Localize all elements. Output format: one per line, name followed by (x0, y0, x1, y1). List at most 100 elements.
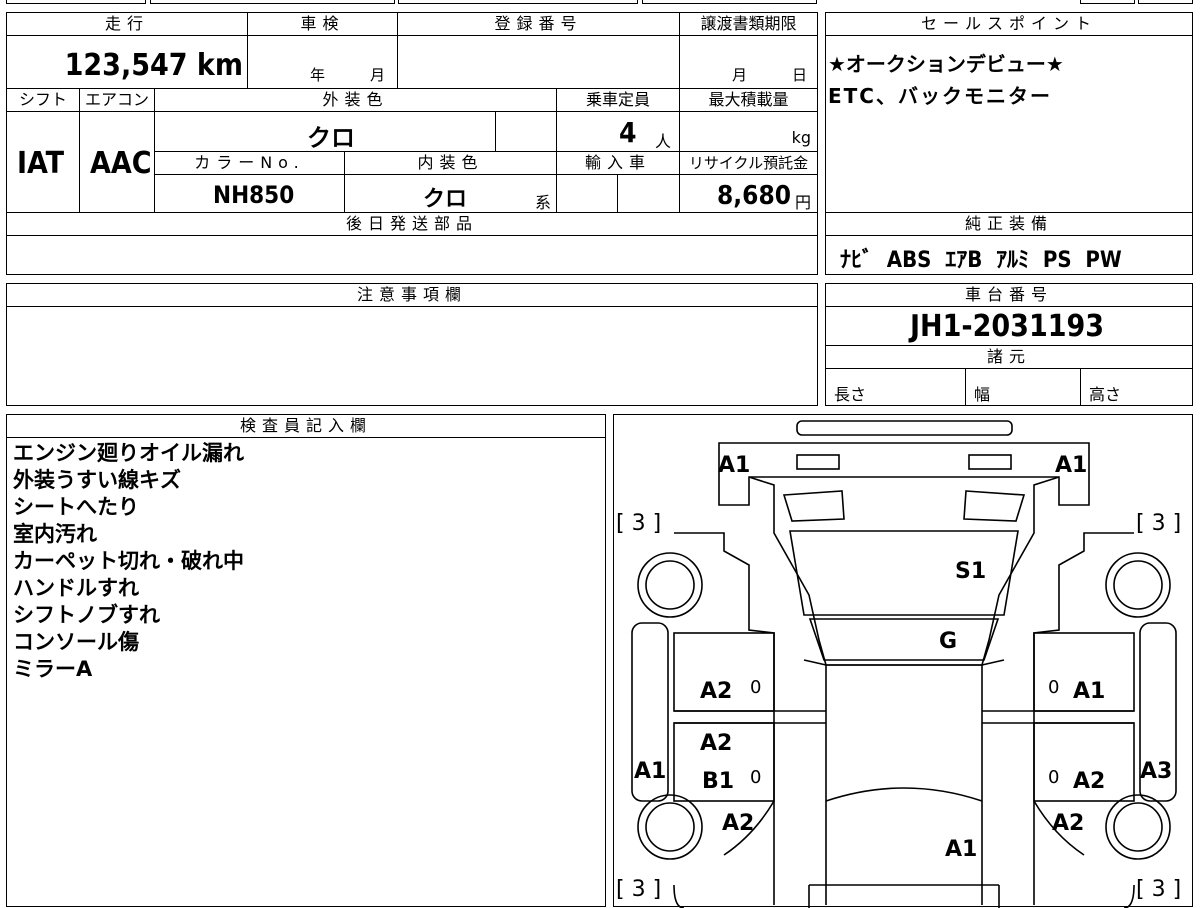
damage-diagram-frame: A1 A1 [ 3 ] [ 3 ] [ 3 ] [ 3 ] S1 G A2 A2… (613, 414, 1193, 908)
transfer-month: 月 (732, 66, 748, 84)
capacity-cell: 4 人 (556, 111, 680, 152)
length-label: 長さ (834, 385, 867, 404)
shift-header: シフト (6, 88, 80, 112)
exterior-color-header: 外装色 (154, 88, 557, 112)
transfer-day: 日 (792, 66, 808, 84)
rear-left-wheel-inner-shape (645, 802, 695, 852)
equipment-header: 純正装備 (825, 212, 1193, 236)
spec-header: 諸元 (825, 345, 1193, 369)
sales-point-header: セールスポイント (825, 12, 1193, 36)
max-load-unit: kg (791, 128, 811, 147)
rear-fender-curve-shape (723, 800, 1085, 856)
inspector-notes: エンジン廻りオイル漏れ 外装うすい線キズ シートへたり 室内汚れ カーペット切れ・破れ中… (13, 440, 244, 683)
right-fender-shape (1033, 532, 1134, 905)
equipment-cell: ﾅﾋﾞ ABS ｴｱB ｱﾙﾐ PS PW (825, 235, 1193, 275)
front-right-code: A1 (1055, 453, 1088, 478)
left-side-code: A1 (634, 759, 667, 784)
left-front-door-zero: 0 (750, 677, 762, 698)
rear-bumper-shape (808, 884, 1000, 908)
inspector-note: 室内汚れ (13, 522, 97, 546)
equipment-items: ﾅﾋﾞ ABS ｴｱB ｱﾙﾐ PS PW (840, 248, 1122, 273)
rear-window-shape (825, 787, 983, 802)
recycle-header: リサイクル預託金 (679, 151, 818, 175)
bracket-bottom-left: [ 3 ] (616, 877, 662, 902)
inspector-header: 検査員記入欄 (6, 414, 606, 438)
inspector-note: シフトノブすれ (13, 603, 160, 627)
sales-point-line2: ETC、バックモニター (828, 84, 1052, 108)
rear-left-wheel-shape (637, 794, 703, 860)
chassis-header: 車台番号 (825, 283, 1193, 307)
import-cell-left (556, 174, 618, 213)
front-left-code: A1 (718, 453, 751, 478)
inspector-cell: エンジン廻りオイル漏れ 外装うすい線キズ シートへたり 室内汚れ カーペット切れ・破れ中… (6, 437, 606, 907)
recycle-unit: 円 (794, 193, 811, 212)
interior-color-suffix: 系 (535, 193, 552, 212)
sales-point-cell: ★オークションデビュー★ ETC、バックモニター (825, 35, 1193, 213)
registration-header: 登録番号 (397, 12, 680, 36)
car-damage-diagram (631, 420, 1177, 908)
chassis-cell: JH1-2031193 (825, 306, 1193, 346)
inspector-note: 外装うすい線キズ (13, 468, 181, 492)
max-load-cell: kg (679, 111, 818, 152)
left-rear-door-code-2: B1 (702, 769, 735, 794)
hood-outline-shape (748, 476, 1060, 666)
transfer-cell: 月 日 (679, 35, 818, 89)
right-rear-door-code: A2 (1073, 769, 1106, 794)
exterior-color-value: クロ (307, 124, 355, 152)
registration-cell (397, 35, 680, 89)
grille-left-shape (782, 490, 845, 522)
front-right-wheel-inner-shape (1113, 560, 1163, 610)
inspection-month: 月 (370, 66, 386, 84)
height-cell: 高さ (1080, 368, 1193, 406)
import-cell-right (617, 174, 680, 213)
cutoff-cell (398, 0, 638, 4)
aircon-header: エアコン (79, 88, 155, 112)
cutoff-cell (642, 0, 817, 4)
bracket-top-right: [ 3 ] (1136, 511, 1182, 536)
cowl-shape (808, 618, 1000, 661)
recycle-value: 8,680 (717, 181, 791, 211)
sales-point-line1: ★オークションデビュー★ (828, 52, 1064, 76)
right-front-door-code: A1 (1073, 679, 1106, 704)
rear-right-wheel-inner-shape (1113, 802, 1163, 852)
front-left-wheel-inner-shape (645, 560, 695, 610)
right-side-code: A3 (1140, 759, 1173, 784)
right-rear-fender-code: A2 (1052, 811, 1085, 836)
import-header: 輸入車 (556, 151, 680, 175)
cutoff-cell (150, 0, 395, 4)
mileage-header: 走行 (6, 12, 248, 36)
headlight-left-shape (796, 454, 840, 470)
later-parts-cell (6, 235, 818, 275)
capacity-value: 4 (619, 116, 637, 149)
bracket-top-left: [ 3 ] (616, 511, 662, 536)
cutoff-cell (6, 0, 146, 4)
roof-rear-code: A1 (945, 837, 978, 862)
cowl-code: G (939, 629, 958, 654)
mileage-cell: 123,547 km (6, 35, 248, 89)
front-right-wheel-shape (1105, 552, 1171, 618)
width-cell: 幅 (965, 368, 1081, 406)
inspector-note: ミラーA (13, 657, 93, 681)
caution-header: 注意事項欄 (6, 283, 818, 307)
inspector-note: カーペット切れ・破れ中 (13, 549, 244, 573)
color-no-header: カラーNo. (154, 151, 345, 175)
headlight-right-shape (968, 454, 1012, 470)
right-front-door-zero: 0 (1048, 677, 1060, 698)
left-rear-fender-code: A2 (722, 811, 755, 836)
inspector-note: エンジン廻りオイル漏れ (13, 441, 244, 465)
left-fender-shape (674, 532, 775, 905)
color-no-value: NH850 (213, 181, 295, 209)
rear-corner-shape (673, 884, 1135, 908)
left-rear-door-zero: 0 (750, 767, 762, 788)
inspector-note: コンソール傷 (13, 630, 139, 654)
left-front-door-code: A2 (700, 679, 733, 704)
height-label: 高さ (1089, 385, 1122, 404)
exterior-color-cell: クロ (154, 111, 496, 152)
cutoff-cell (1138, 0, 1193, 4)
windshield-code: S1 (955, 559, 987, 584)
cutoff-cell (1080, 0, 1135, 4)
length-cell: 長さ (825, 368, 966, 406)
recycle-cell: 8,680 円 (679, 174, 818, 213)
cabin-outline-shape (825, 664, 983, 905)
interior-color-header: 内装色 (344, 151, 557, 175)
